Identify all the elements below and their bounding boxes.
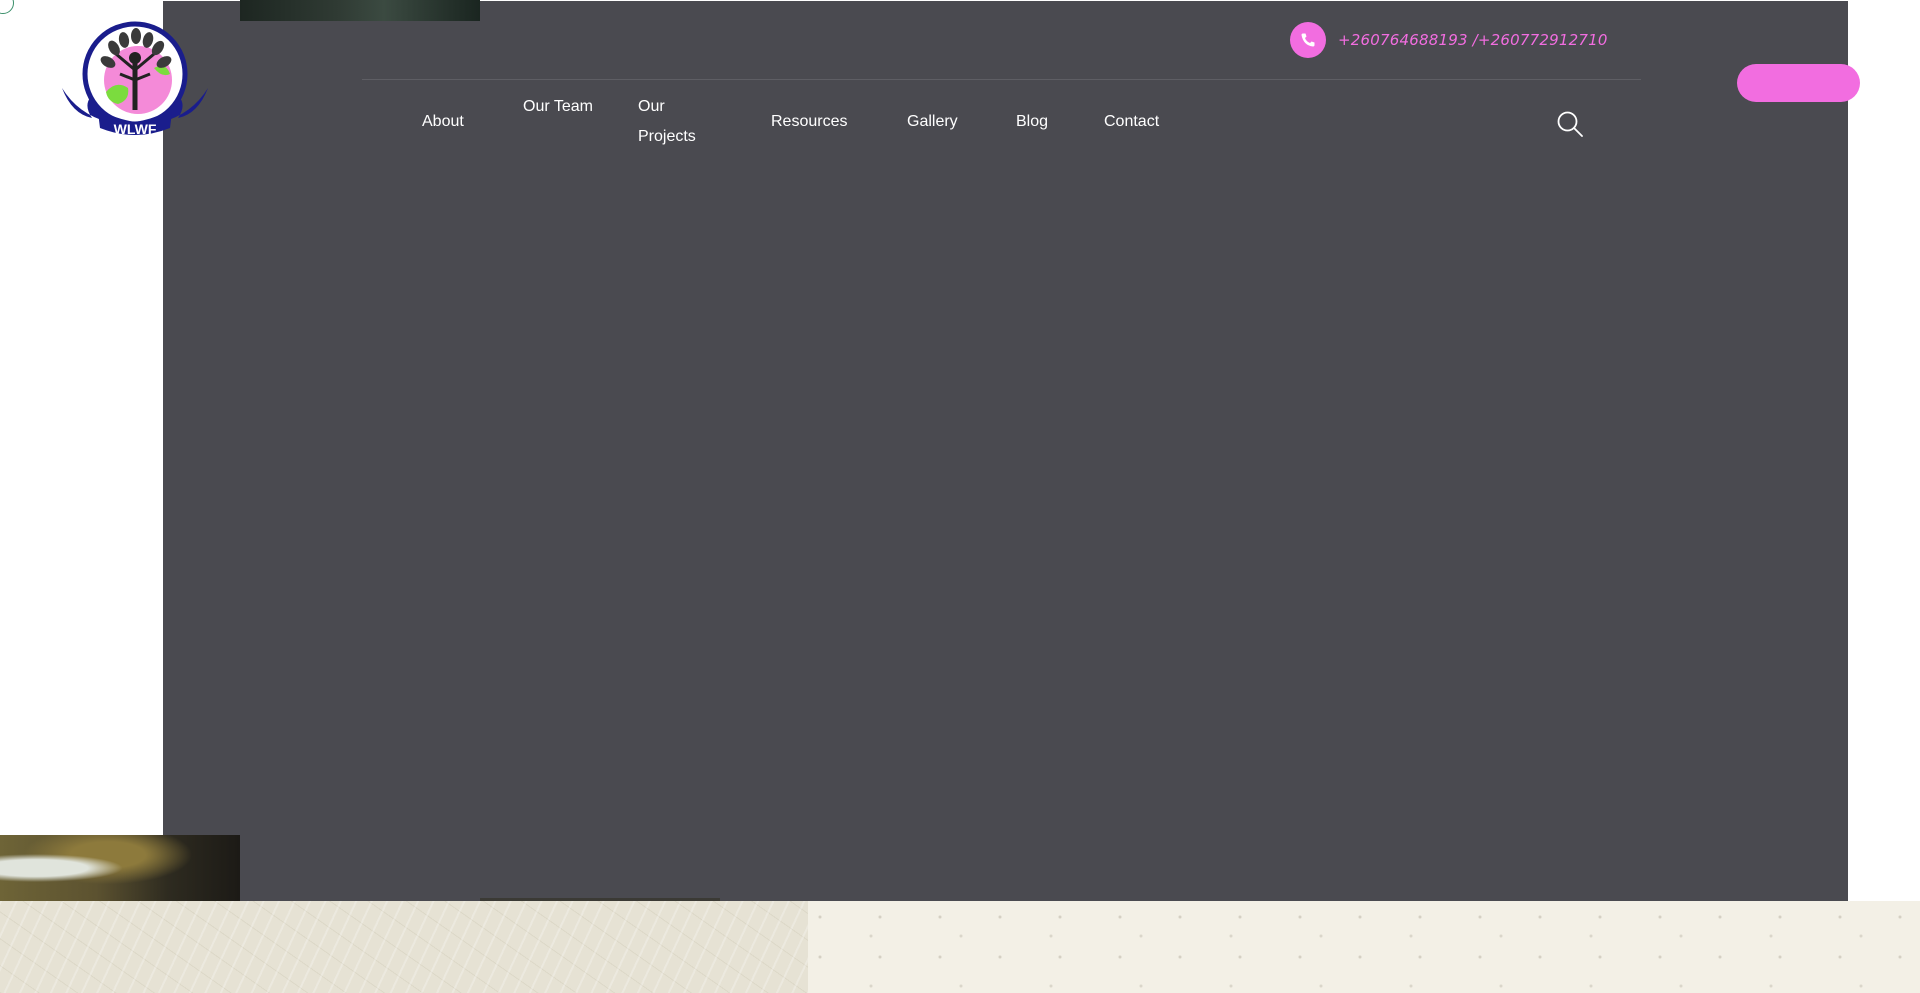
- search-icon[interactable]: [1556, 110, 1584, 138]
- header-divider: [362, 79, 1641, 80]
- nav-item-gallery[interactable]: Gallery: [907, 107, 958, 137]
- phone-number[interactable]: +260764688193 /+260772912710: [1338, 31, 1608, 49]
- wlwf-logo-icon: WLWF: [62, 21, 208, 137]
- textured-band-right: [808, 901, 1920, 993]
- site-logo[interactable]: WLWF: [58, 18, 212, 142]
- logo-text: WLWF: [114, 121, 157, 137]
- nav-item-our-team[interactable]: Our Team: [523, 92, 603, 122]
- phone-icon: [1290, 21, 1326, 58]
- header-overlay: [163, 1, 1848, 901]
- cta-button[interactable]: [1737, 64, 1860, 102]
- corner-circle-icon: [0, 0, 14, 14]
- nav-item-about[interactable]: About: [422, 107, 464, 137]
- textured-band-left: [0, 901, 808, 993]
- top-photo-strip: [240, 0, 480, 21]
- header-phone[interactable]: +260764688193 /+260772912710: [1290, 21, 1608, 58]
- hero-photo-left: [0, 835, 240, 901]
- nav-item-our-projects[interactable]: Our Projects: [638, 92, 718, 152]
- nav-item-contact[interactable]: Contact: [1104, 107, 1159, 137]
- page: WLWF +260764688193 /+260772912710 About …: [0, 0, 1920, 993]
- nav-item-resources[interactable]: Resources: [771, 107, 847, 137]
- nav-item-blog[interactable]: Blog: [1016, 107, 1048, 137]
